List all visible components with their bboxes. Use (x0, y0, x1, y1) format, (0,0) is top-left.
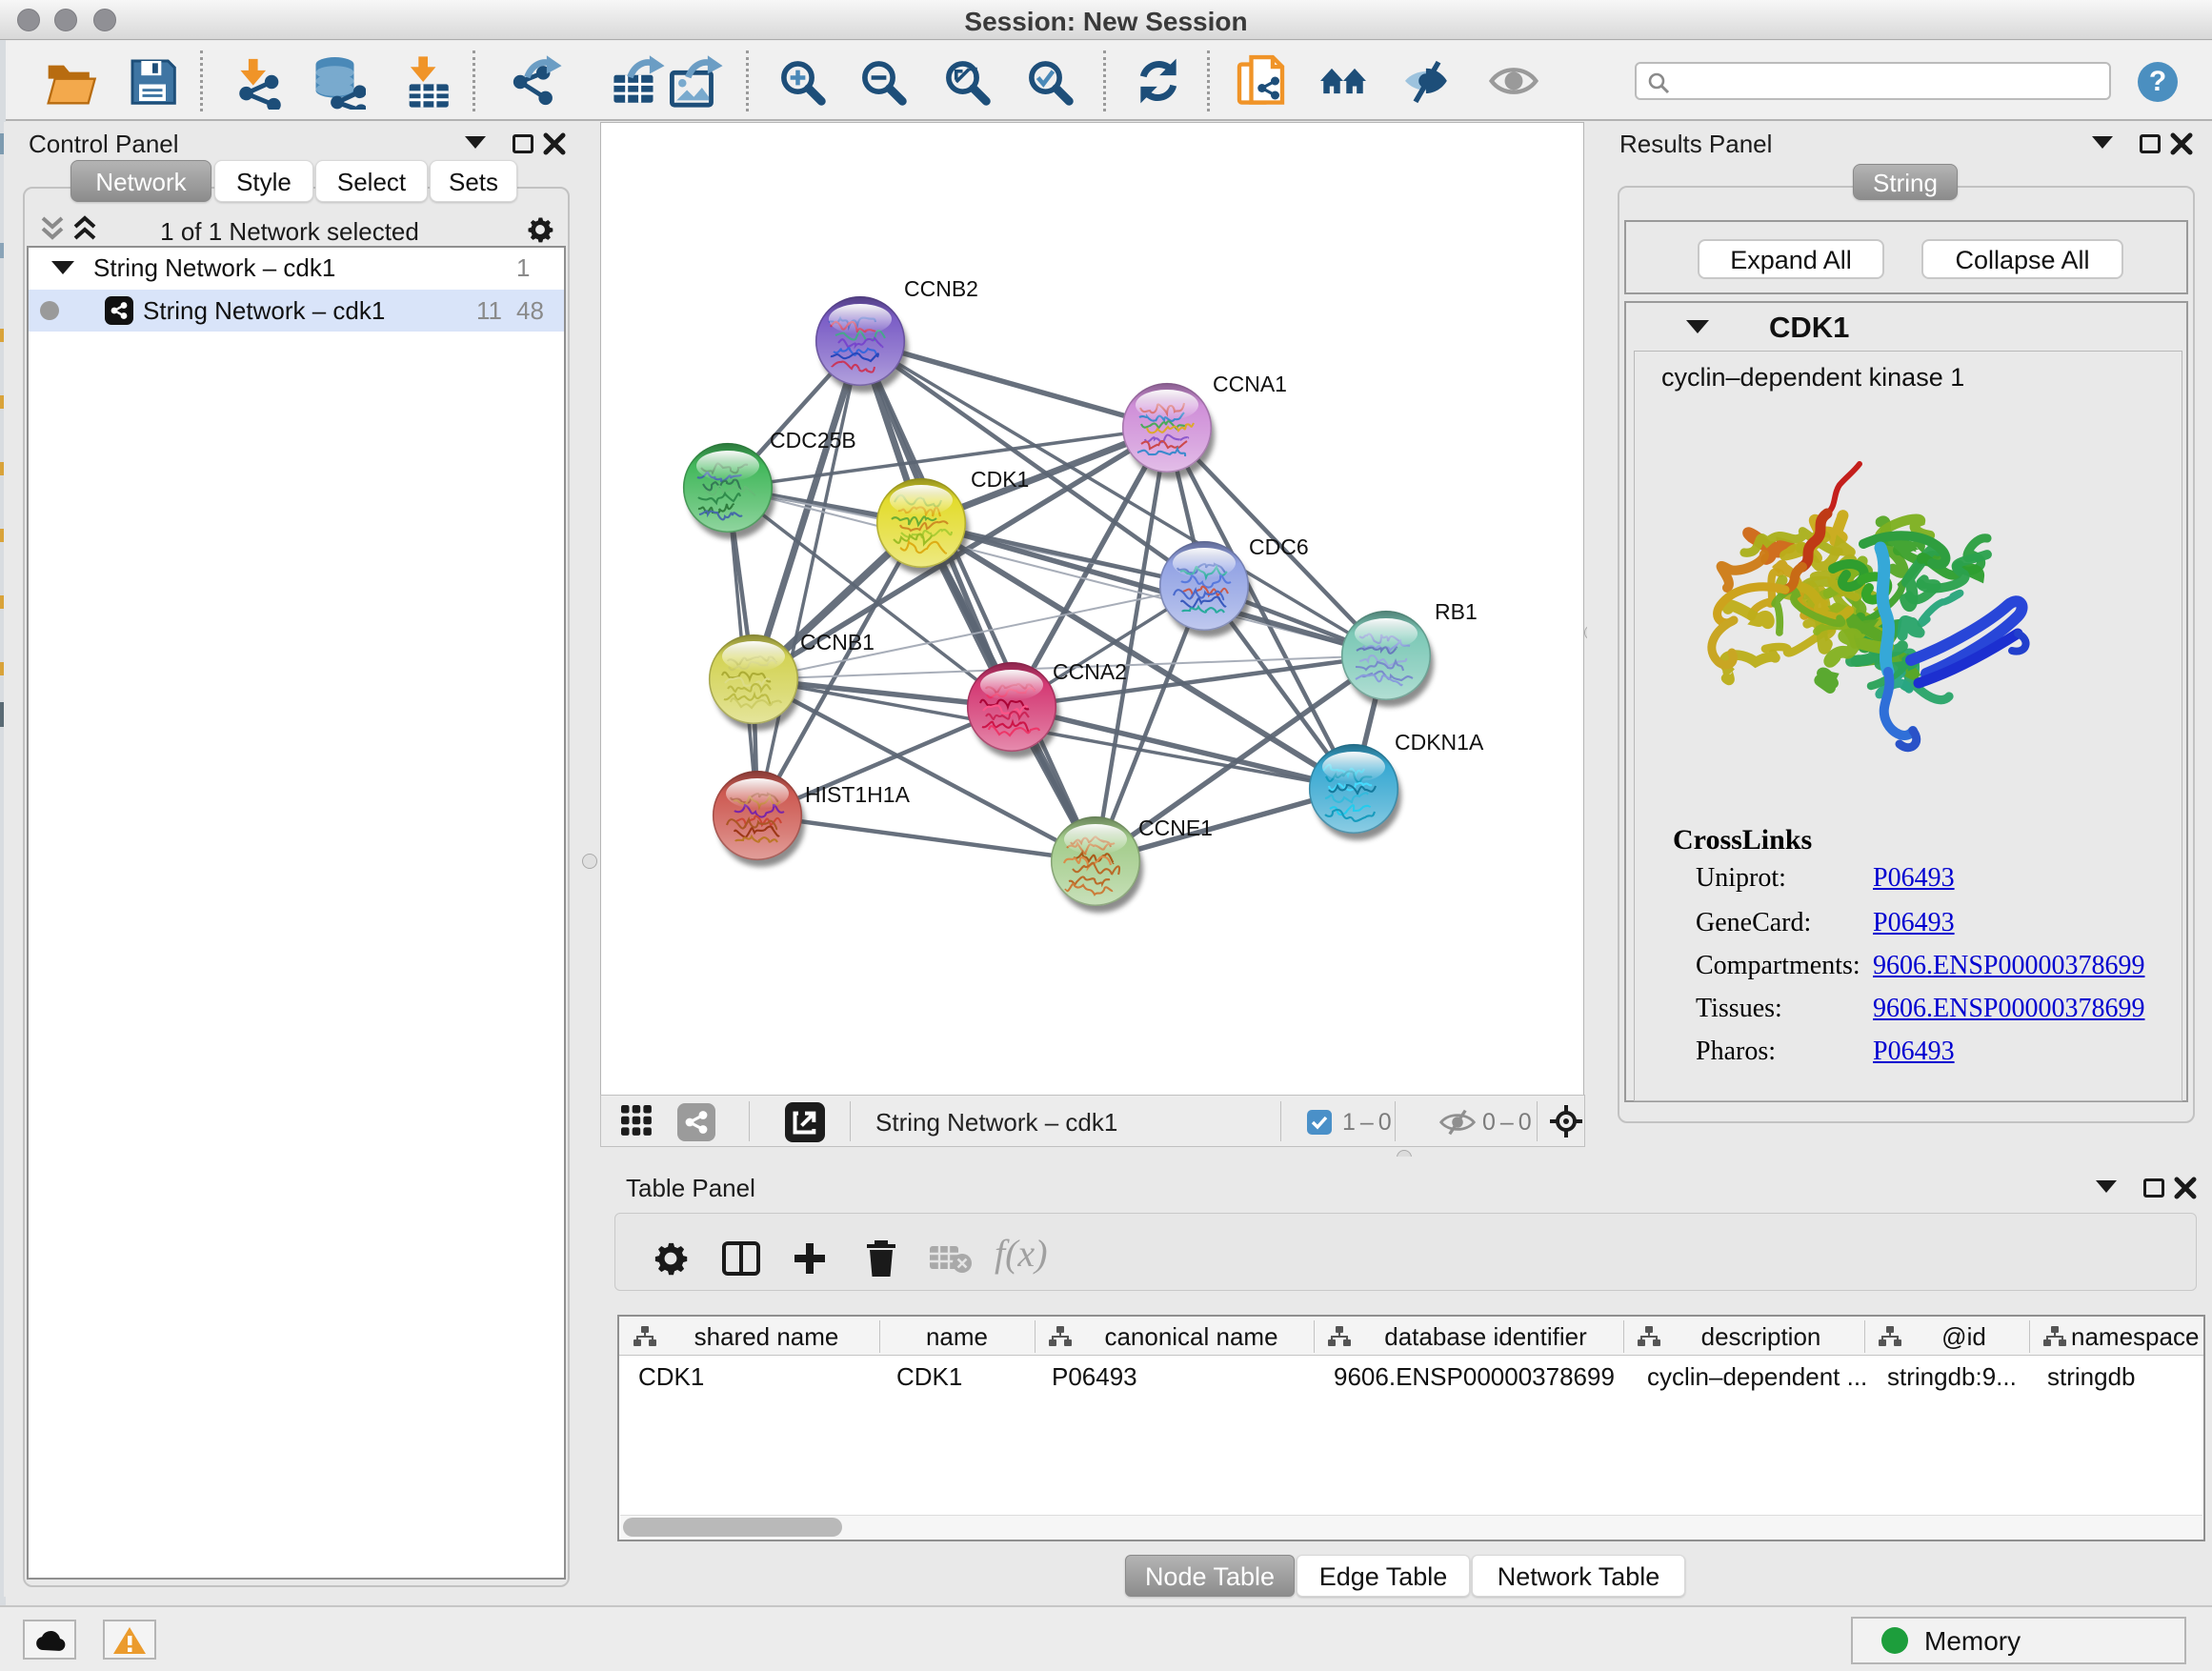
svg-text:CCNE1: CCNE1 (1138, 815, 1213, 840)
svg-text:CCNA1: CCNA1 (1213, 372, 1287, 396)
svg-text:RB1: RB1 (1435, 599, 1478, 624)
svg-text:CCNB1: CCNB1 (800, 630, 875, 654)
svg-text:HIST1H1A: HIST1H1A (805, 782, 911, 807)
svg-text:CDC6: CDC6 (1249, 534, 1309, 559)
svg-text:CDKN1A: CDKN1A (1395, 730, 1484, 755)
svg-text:CCNA2: CCNA2 (1053, 659, 1127, 684)
svg-text:CCNB2: CCNB2 (904, 276, 978, 301)
svg-text:CDC25B: CDC25B (770, 428, 856, 453)
svg-text:CDK1: CDK1 (971, 467, 1029, 492)
